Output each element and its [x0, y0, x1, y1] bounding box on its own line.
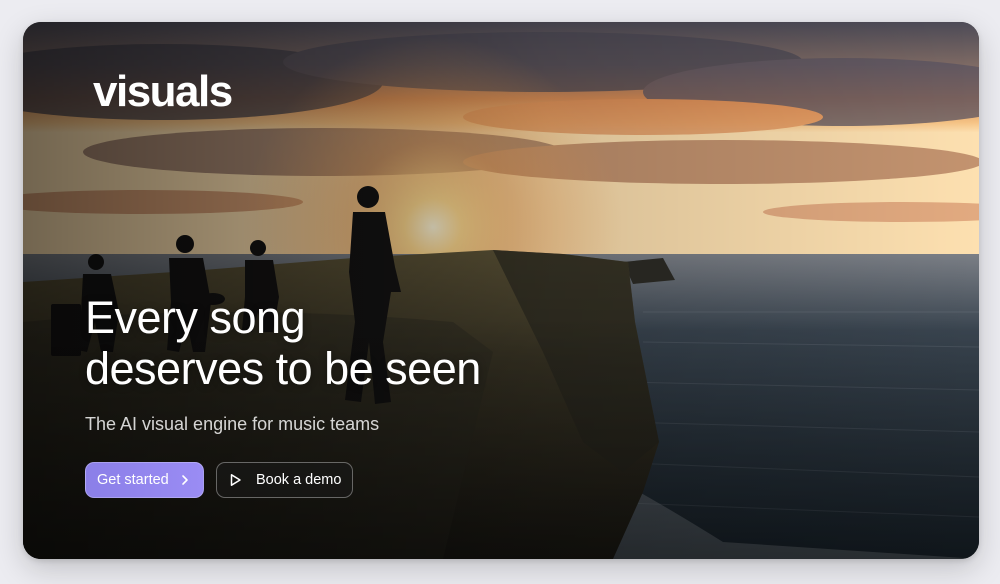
cta-row: Get started Book a demo — [85, 462, 353, 498]
hero-headline: Every song deserves to be seen — [85, 292, 481, 394]
get-started-label: Get started — [97, 472, 169, 488]
book-demo-button[interactable]: Book a demo — [216, 462, 353, 498]
get-started-button[interactable]: Get started — [85, 462, 204, 498]
brand-logo[interactable]: visuals — [93, 70, 233, 114]
hero-subtitle: The AI visual engine for music teams — [85, 414, 380, 434]
play-icon — [229, 473, 242, 487]
hero-headline-line-2: deserves to be seen — [85, 343, 481, 394]
hero-card: visuals Every song deserves to be seen T… — [23, 22, 979, 559]
book-demo-label: Book a demo — [256, 472, 342, 488]
chevron-right-icon — [179, 474, 191, 486]
hero-headline-line-1: Every song — [85, 292, 306, 343]
